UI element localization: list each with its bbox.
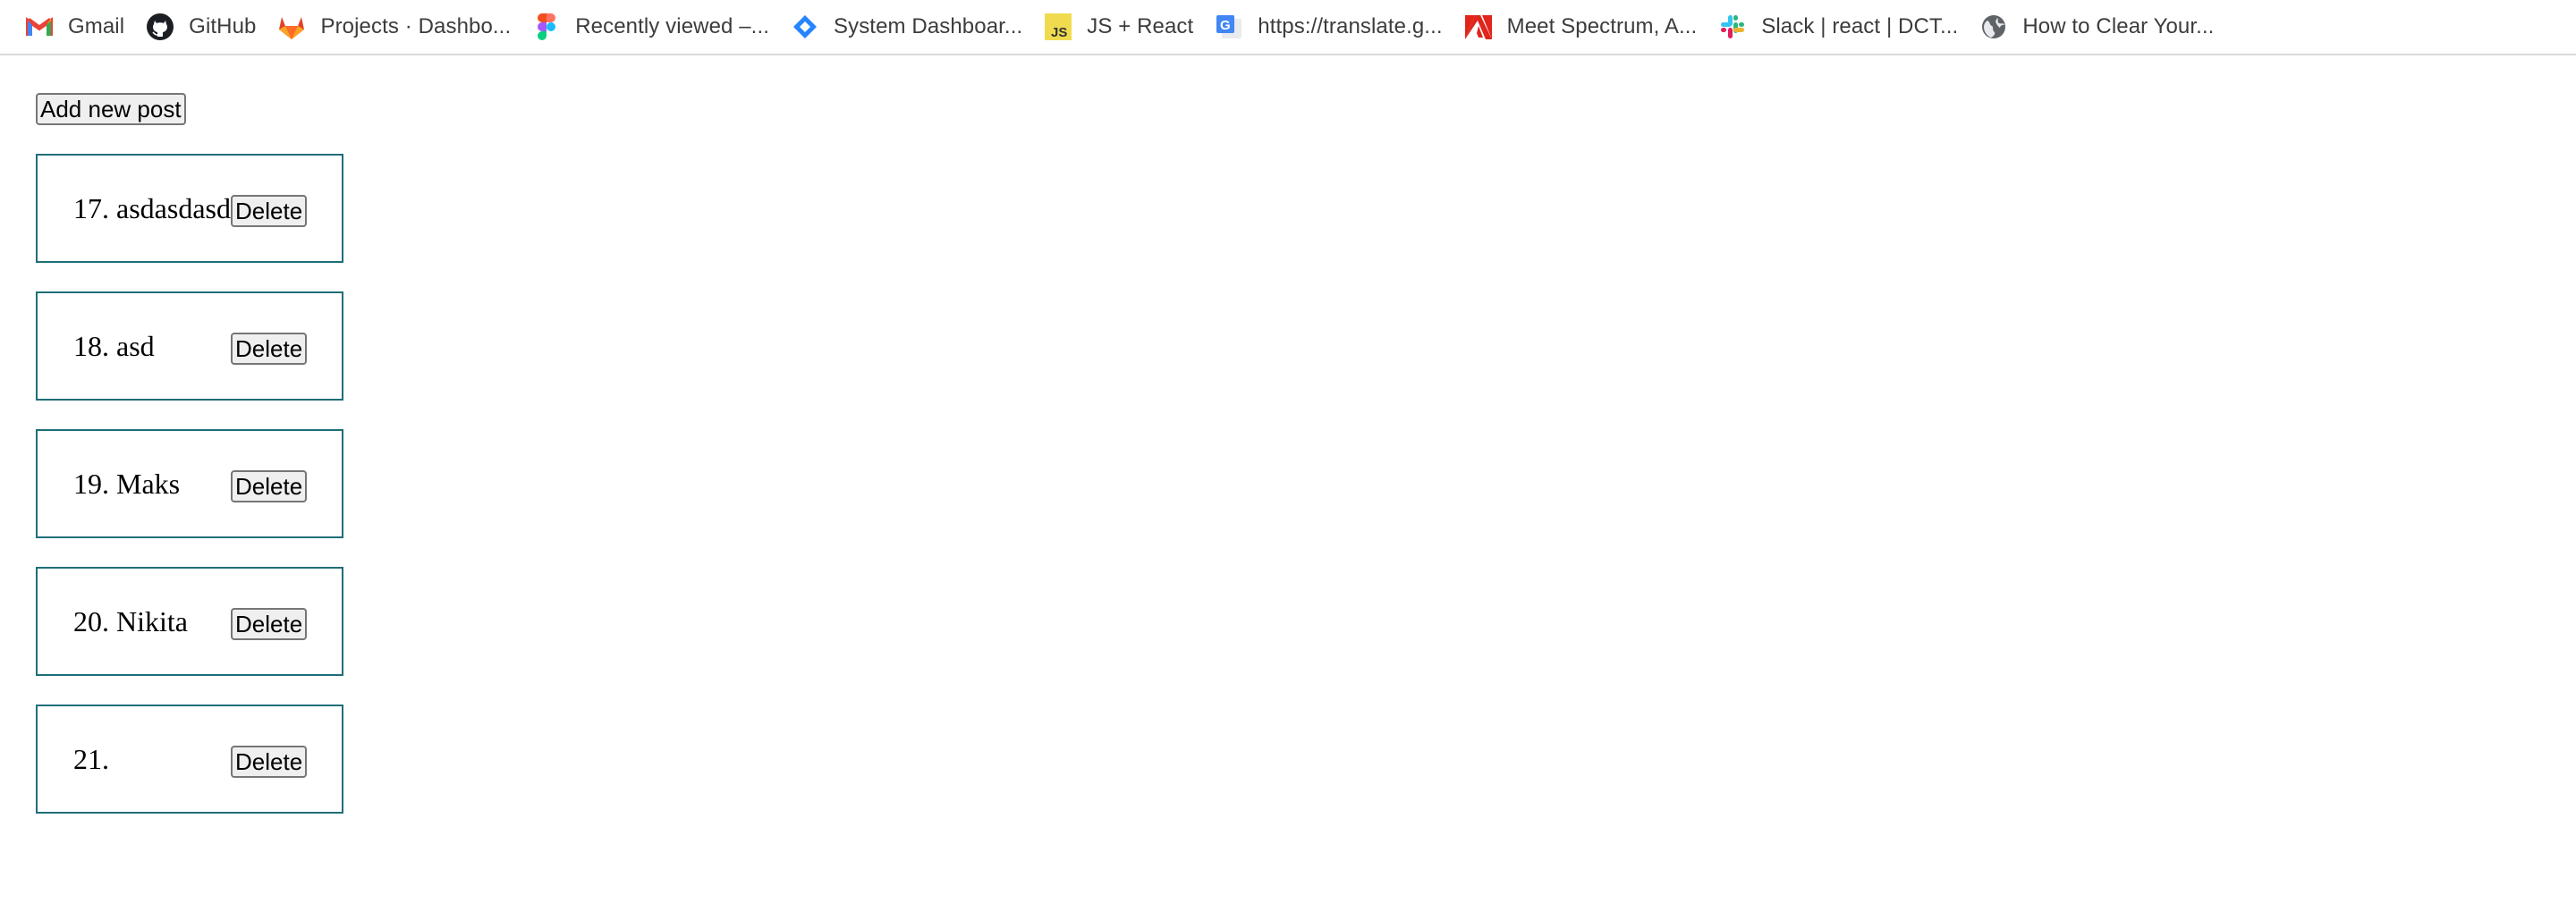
bookmark-label: How to Clear Your... bbox=[2022, 14, 2215, 38]
bookmark-how-to-clear[interactable]: How to Clear Your... bbox=[1979, 7, 2235, 46]
bookmark-projects-dashboard[interactable]: Projects · Dashbo... bbox=[277, 7, 532, 46]
bookmark-label: JS + React bbox=[1087, 14, 1194, 38]
bookmark-gmail[interactable]: Gmail bbox=[25, 7, 146, 46]
post-text: Nikita bbox=[116, 604, 188, 637]
post-title: 18. asd bbox=[73, 330, 233, 363]
github-icon bbox=[146, 13, 174, 41]
delete-post-button[interactable]: Delete bbox=[231, 608, 308, 640]
post-number: 17. bbox=[73, 191, 109, 224]
adobe-icon bbox=[1464, 13, 1493, 41]
add-new-post-button[interactable]: Add new post bbox=[36, 93, 186, 125]
bookmark-label: Recently viewed –... bbox=[575, 14, 769, 38]
bookmark-system-dashboard[interactable]: System Dashboar... bbox=[791, 7, 1044, 46]
post-card: 17. asdasdasd Delete bbox=[36, 154, 343, 263]
delete-post-button[interactable]: Delete bbox=[231, 195, 308, 227]
post-number: 21. bbox=[73, 742, 109, 775]
delete-post-button[interactable]: Delete bbox=[231, 470, 308, 502]
page-content: Add new post 17. asdasdasd Delete 18. as… bbox=[36, 93, 343, 814]
js-icon: JS bbox=[1044, 13, 1072, 41]
bookmark-github[interactable]: GitHub bbox=[146, 7, 277, 46]
post-text: asd bbox=[116, 329, 155, 362]
gitlab-icon bbox=[277, 13, 306, 41]
bookmark-js-react[interactable]: JS JS + React bbox=[1044, 7, 1215, 46]
post-title: 21. bbox=[73, 743, 233, 776]
post-number: 20. bbox=[73, 604, 109, 637]
post-card: 19. Maks Delete bbox=[36, 429, 343, 538]
bookmark-slack[interactable]: Slack | react | DCT... bbox=[1718, 7, 1979, 46]
post-card: 18. asd Delete bbox=[36, 291, 343, 401]
figma-icon bbox=[532, 13, 561, 41]
post-list: 17. asdasdasd Delete 18. asd Delete 19. … bbox=[36, 154, 343, 814]
post-card: 20. Nikita Delete bbox=[36, 567, 343, 676]
post-number: 19. bbox=[73, 467, 109, 500]
post-title: 20. Nikita bbox=[73, 605, 233, 638]
post-title: 19. Maks bbox=[73, 468, 233, 501]
post-text: asdasdasd bbox=[116, 191, 231, 224]
bookmark-label: Meet Spectrum, A... bbox=[1506, 14, 1698, 38]
bookmark-label: GitHub bbox=[189, 14, 257, 38]
gmail-icon bbox=[25, 13, 54, 41]
post-title: 17. asdasdasd bbox=[73, 192, 233, 225]
google-translate-icon: G bbox=[1215, 13, 1243, 41]
bookmark-label: Projects · Dashbo... bbox=[320, 14, 512, 38]
bookmark-label: https://translate.g... bbox=[1258, 14, 1443, 38]
jira-icon bbox=[791, 13, 819, 41]
post-number: 18. bbox=[73, 329, 109, 362]
bookmark-translate[interactable]: G https://translate.g... bbox=[1215, 7, 1463, 46]
globe-icon bbox=[1979, 13, 2008, 41]
js-icon-text: JS bbox=[1051, 25, 1067, 40]
bookmark-spectrum[interactable]: Meet Spectrum, A... bbox=[1464, 7, 1719, 46]
slack-icon bbox=[1718, 13, 1747, 41]
delete-post-button[interactable]: Delete bbox=[231, 333, 308, 365]
bookmark-label: System Dashboar... bbox=[834, 14, 1023, 38]
bookmark-label: Slack | react | DCT... bbox=[1761, 14, 1959, 38]
post-card: 21. Delete bbox=[36, 705, 343, 814]
bookmark-recently-viewed[interactable]: Recently viewed –... bbox=[532, 7, 791, 46]
translate-icon-text: G bbox=[1220, 18, 1231, 33]
delete-post-button[interactable]: Delete bbox=[231, 746, 308, 778]
bookmark-label: Gmail bbox=[68, 14, 125, 38]
post-text: Maks bbox=[116, 467, 181, 500]
bookmarks-bar: Gmail GitHub Projects · Dashbo... Recent… bbox=[0, 0, 2576, 55]
